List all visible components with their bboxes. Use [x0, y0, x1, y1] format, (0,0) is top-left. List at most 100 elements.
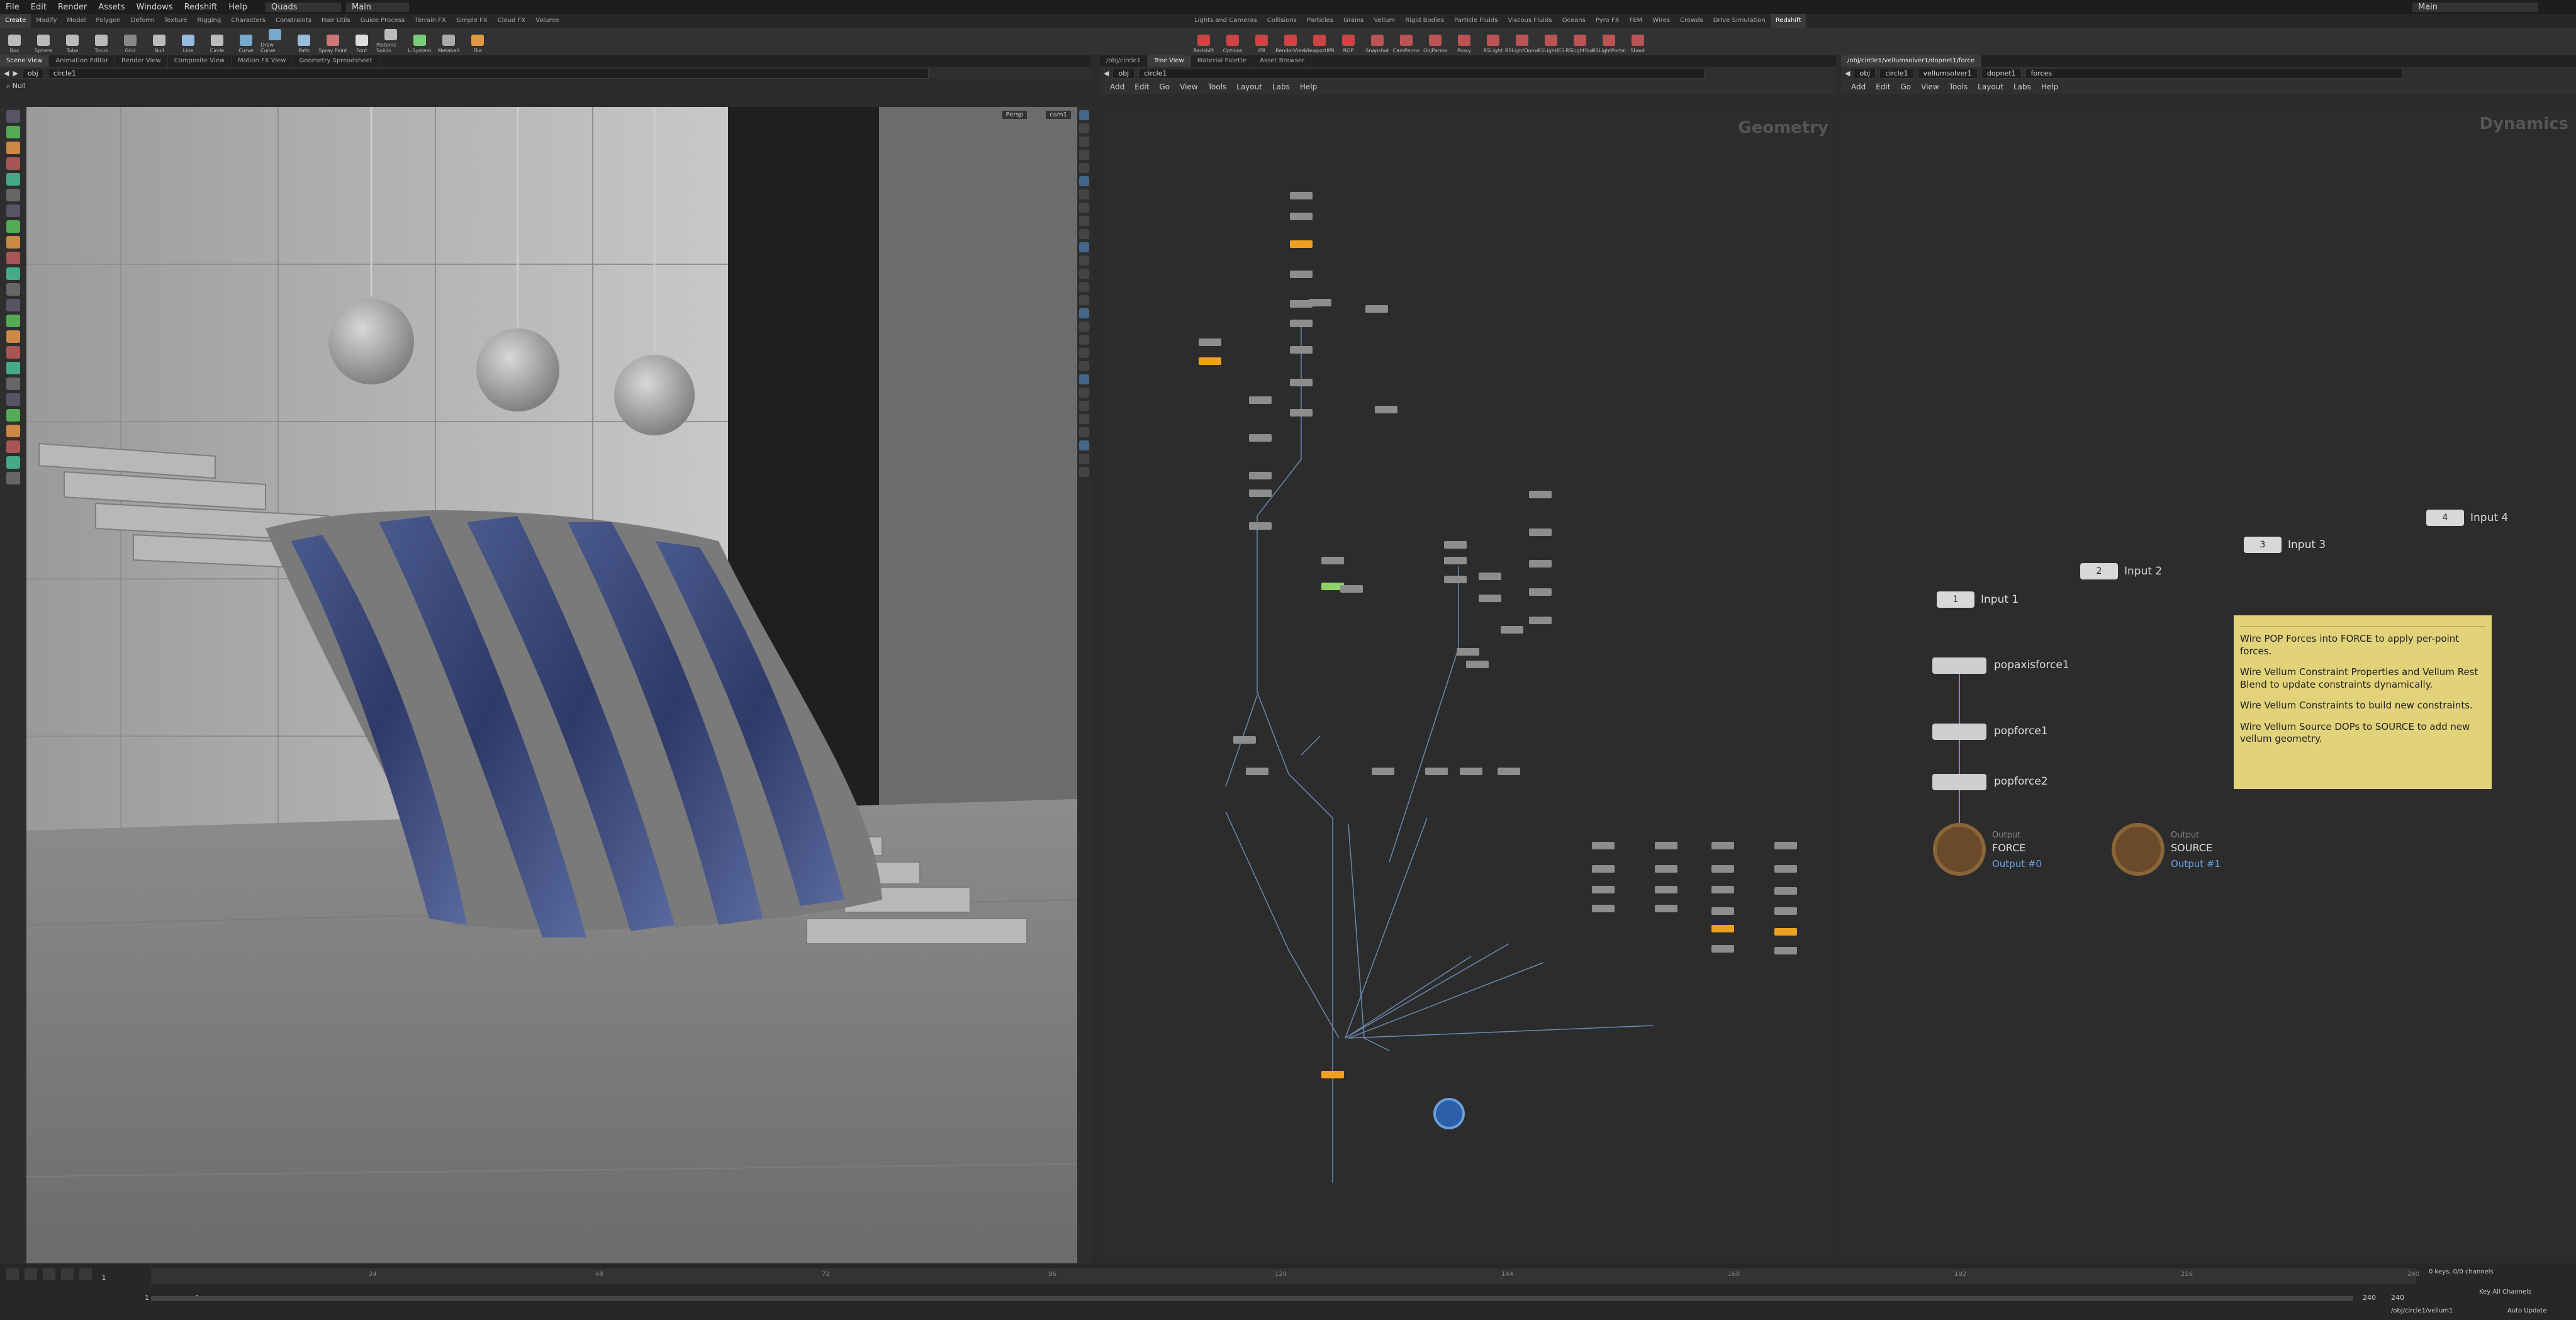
menu-help[interactable]: Help [1295, 82, 1322, 91]
cam-menu[interactable]: cam1 [1046, 111, 1071, 119]
viewport-tool-icon[interactable] [6, 204, 20, 217]
tab-material-palette[interactable]: Material Palette [1191, 55, 1254, 67]
current-frame[interactable]: 1 [101, 1273, 106, 1282]
sop-node[interactable] [1711, 945, 1734, 953]
display-option-icon[interactable] [1079, 322, 1089, 332]
shelf-tab-deform[interactable]: Deform [126, 14, 159, 28]
viewport-tool-icon[interactable] [6, 425, 20, 437]
sop-node[interactable] [1479, 595, 1501, 602]
shelf-tool-draw-curve[interactable]: Draw Curve [260, 28, 289, 55]
viewport-tool-icon[interactable] [6, 456, 20, 469]
end-frame[interactable]: 240 [2363, 1294, 2376, 1302]
menu-go[interactable]: Go [1154, 82, 1175, 91]
sop-node[interactable] [1365, 305, 1388, 313]
shelf-tab-oceans[interactable]: Oceans [1557, 14, 1591, 28]
shelf-tab-lights-and-cameras[interactable]: Lights and Cameras [1189, 14, 1262, 28]
sop-node[interactable] [1655, 886, 1677, 893]
shelf-tool-spray-paint[interactable]: Spray Paint [318, 28, 347, 55]
shelf-tool-options[interactable]: Options [1218, 28, 1247, 55]
tab-geometry-spreadsheet[interactable]: Geometry Spreadsheet [293, 55, 379, 67]
sop-node[interactable] [1199, 338, 1221, 346]
shelf-tool-circle[interactable]: Circle [203, 28, 232, 55]
tab-tree-view[interactable]: Tree View [1147, 55, 1191, 67]
display-option-icon[interactable] [1079, 401, 1089, 411]
sop-node[interactable] [1321, 1071, 1344, 1078]
viewport-tool-icon[interactable] [6, 220, 20, 233]
shelf-tab-cloud-fx[interactable]: Cloud FX [493, 14, 530, 28]
sop-node[interactable] [1529, 529, 1552, 536]
shelf-tool-redshift[interactable]: Redshift [1189, 28, 1218, 55]
sop-node[interactable] [1592, 865, 1615, 873]
shelf-tab-fem[interactable]: FEM [1625, 14, 1648, 28]
display-option-icon[interactable] [1079, 295, 1089, 305]
display-option-icon[interactable] [1079, 216, 1089, 226]
shelf-tab-pyro-fx[interactable]: Pyro FX [1591, 14, 1625, 28]
viewport-tool-icon[interactable] [6, 409, 20, 422]
viewport-tool-icon[interactable] [6, 393, 20, 406]
viewport-tool-icon[interactable] [6, 472, 20, 484]
scene-viewport[interactable]: Persp cam1 [26, 107, 1077, 1263]
shelf-tab-guide-process[interactable]: Guide Process [356, 14, 410, 28]
viewport-tool-icon[interactable] [6, 236, 20, 249]
viewport-tool-icon[interactable] [6, 252, 20, 264]
range-slider[interactable] [151, 1296, 2353, 1301]
sop-node[interactable] [1290, 240, 1313, 248]
range-start[interactable]: 1 [145, 1294, 149, 1302]
display-option-icon[interactable] [1079, 308, 1089, 318]
shelf-tool-rslighties[interactable]: RSLightIES [1537, 28, 1565, 55]
display-option-icon[interactable] [1079, 110, 1089, 120]
dop-path-2[interactable]: vellumsolver1 [1917, 67, 1978, 79]
viewport-tool-icon[interactable] [6, 440, 20, 453]
shelf-tab-drive-simulation[interactable]: Drive Simulation [1708, 14, 1771, 28]
shelf-tool-font[interactable]: Font [347, 28, 376, 55]
sop-node[interactable] [1774, 907, 1797, 915]
path-root[interactable]: obj [21, 67, 44, 79]
camera-select[interactable]: Persp [1002, 111, 1027, 119]
shelf-tool-ipr[interactable]: IPR [1247, 28, 1276, 55]
sop-node[interactable] [1529, 617, 1552, 624]
display-option-icon[interactable] [1079, 189, 1089, 199]
display-option-icon[interactable] [1079, 229, 1089, 239]
shelf-tool-rslightsun[interactable]: RSLightSun [1565, 28, 1594, 55]
tab-composite-view[interactable]: Composite View [168, 55, 232, 67]
sop-node[interactable] [1444, 576, 1467, 583]
menu-edit[interactable]: Edit [1129, 82, 1154, 91]
menu-go[interactable]: Go [1895, 82, 1916, 91]
shelf-tool-viewportipr[interactable]: ViewportIPR [1304, 28, 1335, 55]
input-2-node[interactable]: 2 [2080, 563, 2118, 579]
dop-path-1[interactable]: circle1 [1879, 67, 1914, 79]
menu-assets[interactable]: Assets [92, 3, 130, 12]
viewport-tool-icon[interactable] [6, 173, 20, 186]
back-icon[interactable]: ◀ [1104, 69, 1109, 77]
menu-view[interactable]: View [1175, 82, 1202, 91]
sop-node[interactable] [1498, 768, 1520, 775]
desktop-select[interactable]: Quads [266, 2, 341, 12]
geometry-network-editor[interactable]: Geometry [1100, 107, 1836, 1263]
sop-node[interactable] [1529, 491, 1552, 498]
source-output-node[interactable] [2112, 823, 2164, 876]
viewport-tool-icon[interactable] [6, 330, 20, 343]
sop-node[interactable] [1290, 213, 1313, 220]
shelf-tool-camparms[interactable]: CamParms [1392, 28, 1421, 55]
sticky-note[interactable]: Wire POP Forces into FORCE to apply per-… [2234, 615, 2492, 789]
sop-node[interactable] [1249, 489, 1272, 497]
sop-node[interactable] [1774, 887, 1797, 895]
sop-node[interactable] [1655, 905, 1677, 912]
sop-node[interactable] [1711, 842, 1734, 849]
shelf-tab-redshift[interactable]: Redshift [1770, 14, 1806, 28]
tab-scene-view[interactable]: Scene View [0, 55, 50, 67]
tab-dopnet[interactable]: /obj/circle1/vellumsolver1/dopnet1/force [1841, 55, 1982, 67]
menu-redshift[interactable]: Redshift [179, 3, 223, 12]
shelf-tool-box[interactable]: Box [0, 28, 29, 55]
viewport-tool-icon[interactable] [6, 126, 20, 138]
display-option-icon[interactable] [1079, 374, 1089, 384]
shelf-tool-metaball[interactable]: Metaball [434, 28, 463, 55]
tab-animation-editor[interactable]: Animation Editor [49, 55, 116, 67]
play-reverse-button[interactable] [25, 1268, 38, 1280]
jump-end-button[interactable] [79, 1268, 92, 1280]
shelf-tab-model[interactable]: Model [62, 14, 91, 28]
shelf-tool-tube[interactable]: Tube [58, 28, 87, 55]
back-icon[interactable]: ◀ [1845, 69, 1850, 77]
search-icon[interactable]: ⌕ [6, 82, 10, 90]
shelf-tool-null[interactable]: Null [145, 28, 174, 55]
